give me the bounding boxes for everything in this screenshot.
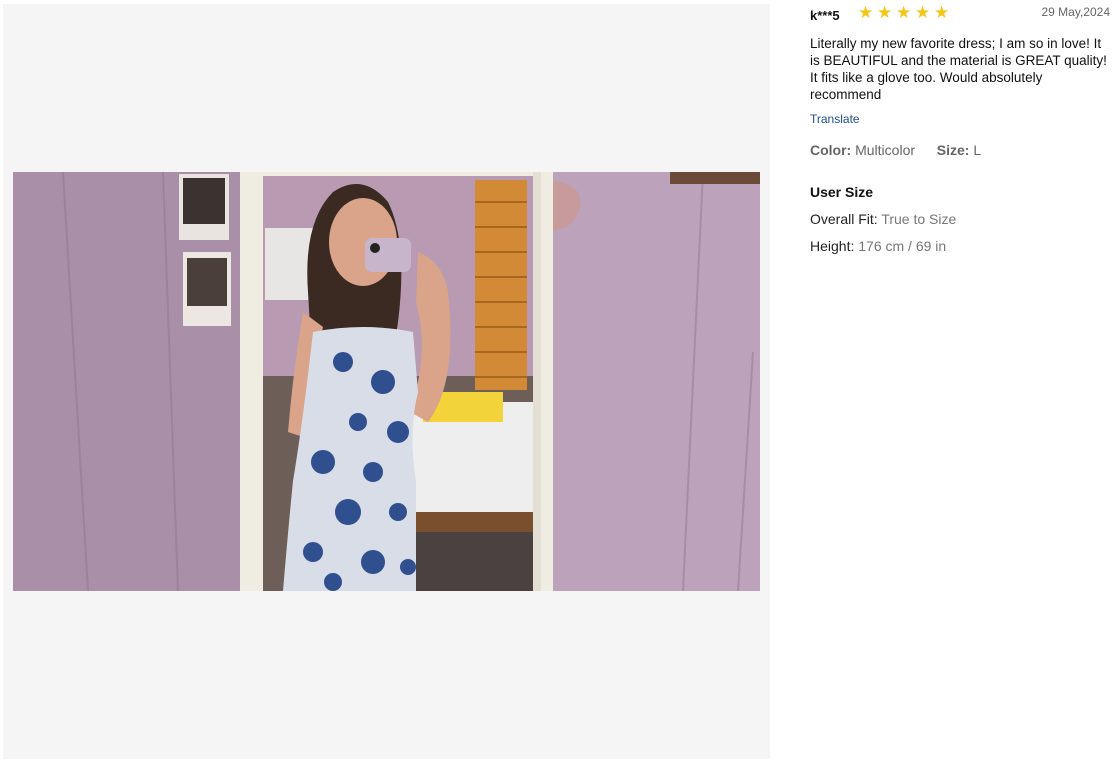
review-text: Literally my new favorite dress; I am so… xyxy=(810,36,1107,102)
overall-fit-value: True to Size xyxy=(881,211,957,227)
color-value: Multicolor xyxy=(855,142,916,158)
height-row: Height: 176 cm / 69 in xyxy=(810,238,946,254)
overall-fit-row: Overall Fit: True to Size xyxy=(810,211,956,227)
translate-link[interactable]: Translate xyxy=(810,112,860,126)
height-label: Height: xyxy=(810,238,855,254)
star-icon: ★ xyxy=(858,3,874,22)
size-value: L xyxy=(973,142,982,158)
star-icon: ★ xyxy=(896,3,912,22)
reviewer-name: k***5 xyxy=(810,8,840,23)
size-label: Size: xyxy=(936,142,970,158)
star-icon: ★ xyxy=(877,3,893,22)
review-image-gallery xyxy=(3,4,770,759)
user-size-title: User Size xyxy=(810,184,874,200)
purchase-attributes: Color: Multicolor Size: L xyxy=(810,142,981,158)
star-icon: ★ xyxy=(915,3,931,22)
color-label: Color: xyxy=(810,142,852,158)
star-icon: ★ xyxy=(934,3,950,22)
height-value: 176 cm / 69 in xyxy=(858,238,947,254)
review-date: 29 May,2024 xyxy=(1041,5,1111,19)
review-photo[interactable] xyxy=(13,172,760,591)
overall-fit-label: Overall Fit: xyxy=(810,211,878,227)
review-photo-image xyxy=(13,172,760,591)
star-rating: ★ ★ ★ ★ ★ xyxy=(858,3,951,22)
